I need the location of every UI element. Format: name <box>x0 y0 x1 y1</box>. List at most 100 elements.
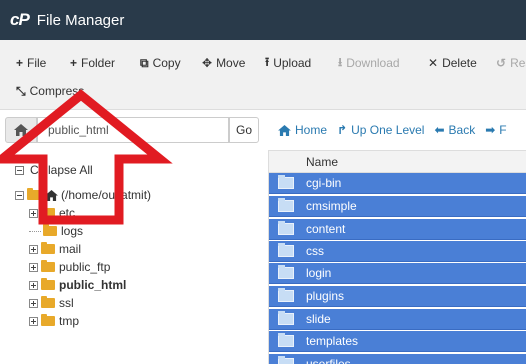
tree-item-label: ssl <box>59 296 74 310</box>
delete-button[interactable]: ✕ Delete <box>428 52 477 74</box>
name-column-header[interactable]: Name <box>269 151 526 173</box>
plus-icon: + <box>16 56 24 70</box>
tree-item-label: public_html <box>59 278 127 292</box>
tree-item-logs[interactable]: logs <box>29 222 83 240</box>
forward-label: F <box>499 123 507 137</box>
upload-button[interactable]: ⭱ Upload <box>265 52 311 74</box>
toolbar: + File + Folder ⧉ Copy ✥ Move ⭱ Upload ⭳ Downl… <box>0 40 526 110</box>
file-name: css <box>306 244 324 258</box>
restore-label: Res <box>510 56 526 70</box>
name-column-label: Name <box>306 155 339 169</box>
file-row[interactable]: plugins <box>269 286 526 307</box>
move-button[interactable]: ✥ Move <box>202 52 245 74</box>
restore-button[interactable]: ↺Res <box>496 52 526 74</box>
file-row[interactable]: slide <box>269 309 526 330</box>
file-row[interactable]: cmsimple <box>269 196 526 217</box>
file-row[interactable]: templates <box>269 331 526 352</box>
minus-toggle-icon[interactable] <box>15 190 24 200</box>
tree-item-ssl[interactable]: ssl <box>29 294 74 312</box>
tree-item-label: etc <box>59 206 76 220</box>
file-row[interactable]: login <box>269 263 526 284</box>
file-list: Name cgi-bin cmsimple content css login … <box>268 150 526 364</box>
plus-toggle-icon[interactable] <box>29 298 38 308</box>
plus-toggle-icon[interactable] <box>29 208 38 218</box>
folder-icon <box>278 356 294 364</box>
folder-icon <box>41 260 55 272</box>
file-name: slide <box>306 312 331 326</box>
tree-item-label: public_ftp <box>59 260 111 274</box>
folder-icon <box>43 224 57 236</box>
forward-link[interactable]: ➡ F <box>485 123 506 137</box>
folder-icon <box>278 243 294 257</box>
app-title: File Manager <box>36 11 125 29</box>
move-icon: ✥ <box>202 56 213 70</box>
plus-toggle-icon[interactable] <box>29 280 38 290</box>
folder-icon <box>278 175 294 189</box>
new-folder-label: Folder <box>81 56 116 70</box>
compress-button[interactable]: ⤡ Compress <box>16 80 84 102</box>
file-row[interactable]: cgi-bin <box>269 173 526 194</box>
folder-icon <box>41 314 55 326</box>
arrow-right-icon: ➡ <box>485 123 496 137</box>
path-input[interactable] <box>37 117 229 143</box>
file-row[interactable]: userfiles <box>269 354 526 364</box>
copy-icon: ⧉ <box>140 55 149 70</box>
tree-item-etc[interactable]: etc <box>29 204 75 222</box>
folder-tree: Collapse All (/home/ousatmit) etc logs m… <box>0 150 268 364</box>
folder-icon <box>278 333 294 347</box>
file-name: userfiles <box>306 357 351 364</box>
collapse-all-label: Collapse All <box>30 163 93 177</box>
home-link-label: Home <box>295 123 328 137</box>
folder-icon <box>278 198 294 212</box>
tree-item-public-ftp[interactable]: public_ftp <box>29 258 110 276</box>
arrow-left-icon: ⬅ <box>434 123 445 137</box>
delete-icon: ✕ <box>428 56 439 70</box>
nav-bar: Home ↱ Up One Level ⬅ Back ➡ F <box>268 110 526 150</box>
tree-item-label: tmp <box>59 314 80 328</box>
file-name: cmsimple <box>306 199 357 213</box>
download-label: Download <box>346 56 400 70</box>
tree-item-public-html[interactable]: public_html <box>29 276 126 294</box>
folder-icon <box>41 278 55 290</box>
plus-icon: + <box>70 56 78 70</box>
home-icon <box>45 189 58 201</box>
restore-icon: ↺ <box>496 56 507 70</box>
back-label: Back <box>448 123 476 137</box>
plus-toggle-icon[interactable] <box>29 244 38 254</box>
upload-icon: ⭱ <box>265 54 270 69</box>
compress-icon: ⤡ <box>16 83 26 98</box>
new-file-label: File <box>27 56 47 70</box>
file-row[interactable]: css <box>269 241 526 262</box>
titlebar: cP File Manager <box>0 0 526 40</box>
move-label: Move <box>216 56 246 70</box>
folder-icon <box>278 265 294 279</box>
download-button[interactable]: ⭳ Download <box>338 52 400 74</box>
new-folder-button[interactable]: + Folder <box>70 52 115 74</box>
home-path-button[interactable] <box>5 117 37 143</box>
delete-label: Delete <box>442 56 477 70</box>
home-icon <box>14 124 28 136</box>
upload-label: Upload <box>273 56 312 70</box>
file-name: plugins <box>306 289 345 303</box>
up-one-level-link[interactable]: ↱ Up One Level <box>337 123 424 137</box>
tree-item-mail[interactable]: mail <box>29 240 81 258</box>
folder-icon <box>41 206 55 218</box>
file-row[interactable]: content <box>269 219 526 240</box>
file-name: login <box>306 266 332 280</box>
copy-label: Copy <box>152 56 181 70</box>
up-one-level-label: Up One Level <box>351 123 425 137</box>
tree-root[interactable]: (/home/ousatmit) <box>15 186 151 204</box>
plus-toggle-icon[interactable] <box>29 262 38 272</box>
home-link[interactable]: Home <box>278 123 327 137</box>
new-file-button[interactable]: + File <box>16 52 46 74</box>
collapse-all-button[interactable]: Collapse All <box>15 163 93 177</box>
copy-button[interactable]: ⧉ Copy <box>140 52 181 74</box>
back-link[interactable]: ⬅ Back <box>434 123 475 137</box>
tree-root-label: (/home/ousatmit) <box>61 188 152 202</box>
file-name: templates <box>306 334 359 348</box>
tree-item-label: logs <box>61 224 84 238</box>
go-button[interactable]: Go <box>229 117 259 143</box>
tree-item-tmp[interactable]: tmp <box>29 312 79 330</box>
plus-toggle-icon[interactable] <box>29 316 38 326</box>
download-icon: ⭳ <box>338 54 343 69</box>
